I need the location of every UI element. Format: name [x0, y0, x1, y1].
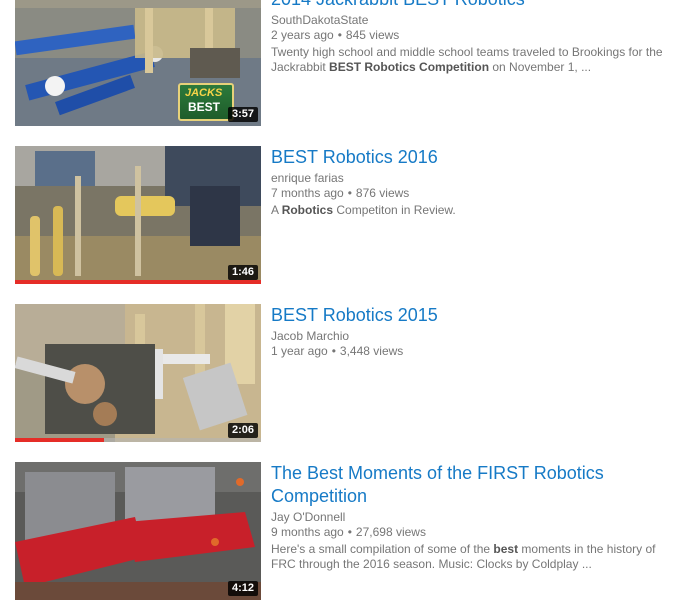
video-info: 2014 Jackrabbit BEST Robotics SouthDakot… [271, 0, 681, 75]
video-duration: 3:57 [227, 107, 258, 122]
video-duration: 4:12 [227, 581, 258, 596]
description-highlight: BEST Robotics Competition [329, 60, 490, 74]
view-count: 845 views [345, 28, 400, 42]
video-meta: 9 months ago • 27,698 views [271, 525, 681, 540]
video-info: BEST Robotics 2016 enrique farias 7 mont… [271, 146, 681, 218]
upload-age: 1 year ago [271, 344, 328, 358]
video-title-link[interactable]: BEST Robotics 2016 [271, 146, 681, 169]
description-highlight: best [493, 542, 519, 556]
jacks-best-logo: JACKS BEST [178, 83, 234, 121]
description-text: A [271, 203, 282, 217]
meta-separator: • [347, 186, 352, 200]
video-meta: 1 year ago • 3,448 views [271, 344, 681, 359]
channel-name[interactable]: enrique farias [271, 171, 681, 186]
description-highlight: Robotics [281, 203, 334, 217]
video-thumbnail[interactable]: JACKS BEST 3:57 [15, 0, 261, 126]
watch-progress-bar [15, 438, 261, 442]
channel-name[interactable]: Jacob Marchio [271, 329, 681, 344]
view-count: 3,448 views [339, 344, 404, 358]
upload-age: 9 months ago [271, 525, 344, 539]
video-description: Twenty high school and middle school tea… [271, 45, 681, 75]
meta-separator: • [331, 344, 336, 358]
thumbnail-image [15, 462, 261, 600]
description-text: Competiton in Review. [333, 203, 456, 217]
video-meta: 7 months ago • 876 views [271, 186, 681, 201]
meta-separator: • [337, 28, 342, 42]
video-row-2[interactable]: 1:46 BEST Robotics 2016 enrique farias 7… [15, 146, 685, 284]
watch-progress-fill [15, 438, 104, 442]
channel-name[interactable]: Jay O'Donnell [271, 510, 681, 525]
video-row-1[interactable]: JACKS BEST 3:57 2014 Jackrabbit BEST Rob… [15, 0, 685, 126]
video-duration: 1:46 [227, 265, 258, 280]
thumbnail-image [15, 304, 261, 442]
video-description: Here's a small compilation of some of th… [271, 542, 681, 572]
video-title-link[interactable]: The Best Moments of the FIRST Robotics C… [271, 462, 681, 508]
view-count: 27,698 views [355, 525, 426, 539]
video-title-link[interactable]: BEST Robotics 2015 [271, 304, 681, 327]
video-thumbnail[interactable]: 2:06 [15, 304, 261, 442]
channel-name[interactable]: SouthDakotaState [271, 13, 681, 28]
video-info: BEST Robotics 2015 Jacob Marchio 1 year … [271, 304, 681, 359]
video-thumbnail[interactable]: 1:46 [15, 146, 261, 284]
video-title-link[interactable]: 2014 Jackrabbit BEST Robotics [271, 0, 681, 11]
video-row-4[interactable]: 4:12 The Best Moments of the FIRST Robot… [15, 462, 685, 600]
video-description: A Robotics Competiton in Review. [271, 203, 681, 218]
watch-progress-bar [15, 280, 261, 284]
view-count: 876 views [355, 186, 410, 200]
meta-separator: • [347, 525, 352, 539]
video-row-3[interactable]: 2:06 BEST Robotics 2015 Jacob Marchio 1 … [15, 304, 685, 442]
video-meta: 2 years ago • 845 views [271, 28, 681, 43]
description-text: on November 1, ... [489, 60, 592, 74]
upload-age: 2 years ago [271, 28, 334, 42]
description-text: Here's a small compilation of some of th… [271, 542, 494, 556]
video-duration: 2:06 [227, 423, 258, 438]
upload-age: 7 months ago [271, 186, 344, 200]
thumbnail-image [15, 146, 261, 284]
watch-progress-fill [15, 280, 261, 284]
video-thumbnail[interactable]: 4:12 [15, 462, 261, 600]
video-info: The Best Moments of the FIRST Robotics C… [271, 462, 681, 572]
